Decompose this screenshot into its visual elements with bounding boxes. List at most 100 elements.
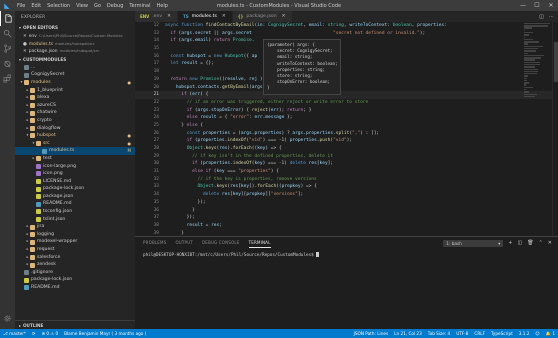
panel-tab-problems[interactable]: PROBLEMS xyxy=(143,238,166,248)
close-panel-icon[interactable]: ✕ xyxy=(548,240,552,246)
status-item[interactable]: 3.1.2 xyxy=(516,331,533,337)
explorer-icon[interactable] xyxy=(0,11,15,26)
tree-item[interactable]: package.json xyxy=(15,193,135,201)
trash-icon[interactable]: 🗑 xyxy=(527,240,533,246)
tree-item[interactable]: package-lock.json xyxy=(15,185,135,193)
open-editor-item[interactable]: ✕ package.json modules/hubspot/src xyxy=(15,47,135,55)
tree-item[interactable]: ... xyxy=(15,64,135,72)
menu-item-edit[interactable]: Edit xyxy=(28,3,44,9)
file-icon xyxy=(36,163,41,169)
close-icon[interactable]: ✕ xyxy=(23,34,27,39)
editor-tab[interactable]: TS modules.ts ✕ xyxy=(177,11,233,22)
folder-icon xyxy=(30,254,35,260)
status-item[interactable]: ⊗ 0 ⚠ 0 xyxy=(39,331,62,336)
tree-item[interactable]: ▸ alexa xyxy=(15,94,135,102)
terminal[interactable]: phil@DESKTOP-HONXIBT:/mnt/c/Users/Phil/S… xyxy=(135,249,558,261)
tree-item[interactable]: ▸ logging xyxy=(15,231,135,239)
tree-item[interactable]: CognigySecret xyxy=(15,71,135,79)
minimap[interactable] xyxy=(524,22,552,236)
tree-item[interactable]: ▸ azureCS xyxy=(15,102,135,110)
editor-tab[interactable]: {} package.json ✕ xyxy=(232,11,293,22)
tree-item[interactable]: ▸ crypto xyxy=(15,117,135,125)
status-item[interactable]: CRLF xyxy=(471,331,488,337)
tree-item[interactable]: modules.ts M xyxy=(15,147,135,155)
open-editors-header[interactable]: ▾ OPEN EDITORS xyxy=(15,23,135,32)
menu-item-debug[interactable]: Debug xyxy=(104,3,126,9)
close-icon[interactable]: ✕ xyxy=(167,14,171,19)
status-item[interactable]: UTF-8 xyxy=(453,331,471,337)
menu-item-go[interactable]: Go xyxy=(91,3,104,9)
open-editor-item[interactable]: ● modules.ts modules/hubspot/src xyxy=(15,40,135,48)
tree-item[interactable]: icon.png xyxy=(15,170,135,178)
code-editor[interactable]: 12 async function findContactByEmail(in: … xyxy=(135,22,558,236)
tree-item[interactable]: .gitignore xyxy=(15,269,135,277)
panel-tab-debug-console[interactable]: DEBUG CONSOLE xyxy=(202,238,240,248)
debug-icon[interactable] xyxy=(0,56,15,71)
source-control-icon[interactable] xyxy=(0,41,15,56)
panel-tab-terminal[interactable]: TERMINAL xyxy=(248,238,271,248)
maximize-icon[interactable]: ☐ xyxy=(530,0,544,11)
tree-item[interactable]: tsconfig.json xyxy=(15,208,135,216)
tree-item[interactable]: ▸ jira xyxy=(15,223,135,231)
status-item[interactable]: Blame Benjamin Mayr ( 3 months ago ) xyxy=(61,331,149,336)
menu-item-view[interactable]: View xyxy=(73,3,91,9)
tree-item[interactable]: README.md xyxy=(15,200,135,208)
tree-item[interactable]: ▸ 1_blueprint xyxy=(15,87,135,95)
tree-item[interactable]: LICENSE.md xyxy=(15,178,135,186)
tree-item[interactable]: icon-large.png xyxy=(15,163,135,171)
tree-item[interactable]: ▾ modules ● xyxy=(15,79,135,87)
tree-item[interactable]: tslint.json xyxy=(15,216,135,224)
status-item[interactable]: ⟳ xyxy=(29,331,39,336)
terminal-selector[interactable]: 1: bash ▾ xyxy=(443,239,504,247)
folder-header[interactable]: ▾ CUSTOMMODULES xyxy=(15,55,135,64)
panel-tab-output[interactable]: OUTPUT xyxy=(175,238,193,248)
status-item[interactable]: ⎇ master* xyxy=(0,331,29,336)
menu-item-file[interactable]: File xyxy=(14,3,28,9)
tree-item[interactable]: package-lock.json xyxy=(15,276,135,284)
tree-item[interactable]: README.md xyxy=(15,284,135,292)
editor-scrollbar[interactable] xyxy=(552,22,558,236)
tree-item[interactable]: ▸ test xyxy=(15,155,135,163)
outline-header[interactable]: ▸ OUTLINE xyxy=(15,320,135,329)
maximize-panel-icon[interactable]: ⌃ xyxy=(539,240,543,246)
tree-item[interactable]: ▸ chatwire xyxy=(15,109,135,117)
scrollbar-thumb[interactable] xyxy=(554,42,558,82)
extensions-icon[interactable] xyxy=(0,71,15,86)
settings-gear-icon[interactable] xyxy=(0,311,15,326)
more-actions-icon[interactable]: ⋯ xyxy=(549,14,554,20)
status-left: ⎇ master* ⟳ ⊗ 0 ⚠ 0 Blame Benjamin Mayr ( 3… xyxy=(0,331,149,336)
menu-item-help[interactable]: Help xyxy=(154,3,171,9)
tree-item[interactable]: ▸ salesforce xyxy=(15,254,135,262)
line-number: 14 xyxy=(153,38,159,44)
file-icon xyxy=(36,186,41,192)
editor-tab[interactable]: ENV .env ✕ xyxy=(135,11,178,22)
tree-item[interactable]: ▾ src ● xyxy=(15,140,135,148)
close-icon[interactable]: ✕ xyxy=(222,14,226,19)
open-editor-item[interactable]: ✕ env C:\Users\Phil\Source\Repos\Custom Mo… xyxy=(15,32,135,40)
minimize-icon[interactable]: — xyxy=(516,0,530,11)
status-item[interactable]: Ln 21, Col 23 xyxy=(391,331,425,337)
status-item[interactable]: TypeScript xyxy=(488,331,516,337)
search-icon[interactable] xyxy=(0,26,15,41)
status-item[interactable]: Tab Size: 4 xyxy=(425,331,453,337)
status-item[interactable]: ☺ xyxy=(532,331,542,337)
line-number: 20 xyxy=(153,84,159,90)
status-item[interactable]: 🔔 1 xyxy=(543,331,558,337)
tree-item[interactable]: ▸ dialogflow xyxy=(15,125,135,133)
tree-item[interactable]: ▸ modexel-wrapper xyxy=(15,238,135,246)
modified-dot-icon[interactable]: ● xyxy=(23,42,27,47)
menu-item-selection[interactable]: Selection xyxy=(44,3,73,9)
status-item[interactable]: JSON Path: Lines xyxy=(351,331,392,337)
close-icon[interactable]: ✕ xyxy=(282,14,286,19)
tree-item[interactable]: ▸ zendesk xyxy=(15,261,135,269)
menu-item-terminal[interactable]: Terminal xyxy=(126,3,153,9)
code-line: 23 if (args.stopOnError) { reject(err); … xyxy=(135,107,558,115)
tree-item[interactable]: ▾ hubspot ● xyxy=(15,132,135,140)
add-terminal-icon[interactable]: + xyxy=(508,240,512,246)
close-window-icon[interactable]: ✕ xyxy=(544,0,558,11)
split-editor-icon[interactable]: ◫ xyxy=(539,14,544,20)
split-terminal-icon[interactable]: ◫ xyxy=(518,240,523,246)
close-icon[interactable]: ✕ xyxy=(23,49,27,54)
tree-item[interactable]: ▸ request xyxy=(15,246,135,254)
editor-tabs: ENV .env ✕ TS modules.ts ✕ {} package.json ✕ ◫ ⋯ xyxy=(135,11,558,22)
